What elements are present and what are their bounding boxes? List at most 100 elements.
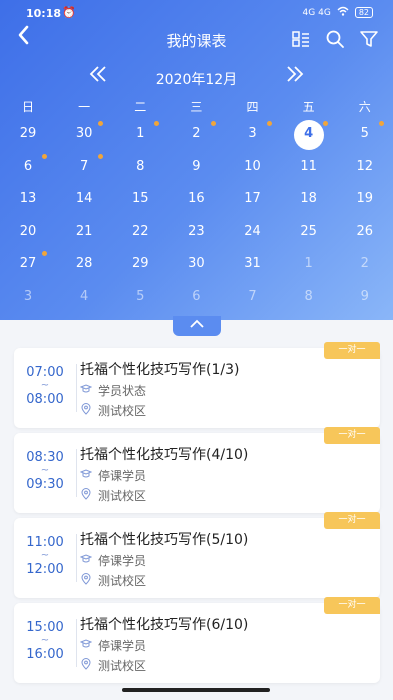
- date-cell[interactable]: 30: [168, 248, 224, 281]
- collapse-calendar-button[interactable]: [173, 316, 221, 336]
- date-cell[interactable]: 7: [225, 281, 281, 314]
- date-cell-selected[interactable]: 4: [281, 118, 337, 151]
- time-separator: ~: [40, 550, 50, 561]
- filter-icon[interactable]: [359, 29, 379, 49]
- graduation-cap-icon: [80, 553, 92, 568]
- date-cell[interactable]: 14: [56, 183, 112, 216]
- lesson-status-row: 停课学员: [80, 552, 146, 569]
- lesson-time: 08:30 ~09:30: [14, 433, 76, 513]
- battery-icon: 82: [354, 7, 373, 18]
- event-dot-icon: [42, 251, 48, 257]
- date-cell[interactable]: 1: [112, 118, 168, 151]
- status-time: 10:18: [26, 7, 62, 20]
- divider: [76, 364, 77, 412]
- date-number: 28: [75, 256, 93, 272]
- lesson-status: 停课学员: [98, 469, 147, 483]
- week-row: 6 7 8 9 10 11 12: [0, 151, 393, 184]
- date-number: 21: [75, 223, 93, 239]
- date-cell[interactable]: 5: [337, 118, 393, 151]
- date-number: 23: [188, 223, 205, 239]
- date-number: 30: [188, 256, 205, 272]
- date-cell[interactable]: 1: [281, 248, 337, 281]
- date-cell[interactable]: 10: [225, 151, 281, 184]
- date-cell[interactable]: 2: [337, 248, 393, 281]
- divider: [76, 534, 77, 582]
- date-cell[interactable]: 16: [168, 183, 224, 216]
- lesson-status: 学员状态: [98, 384, 147, 398]
- date-cell[interactable]: 30: [56, 118, 112, 151]
- list-view-icon[interactable]: [291, 29, 311, 49]
- lesson-card[interactable]: 一对一 11:00 ~12:00 托福个性化技巧写作(5/10) 停课学员 测试校区: [14, 512, 380, 598]
- date-cell[interactable]: 29: [112, 248, 168, 281]
- lesson-card[interactable]: 一对一 15:00 ~16:00 托福个性化技巧写作(6/10) 停课学员 测试校区: [14, 597, 380, 683]
- date-cell[interactable]: 11: [281, 151, 337, 184]
- date-number: 1: [304, 256, 313, 272]
- lesson-location: 测试校区: [98, 574, 147, 588]
- weekday-label: 日: [22, 100, 35, 114]
- event-dot-icon: [42, 153, 48, 159]
- lesson-end-time: 09:30: [26, 477, 64, 492]
- date-cell[interactable]: 4: [56, 281, 112, 314]
- wifi-icon: [337, 6, 349, 19]
- date-cell[interactable]: 26: [337, 216, 393, 249]
- status-right: 4G 4G 82: [303, 6, 373, 19]
- lesson-type-badge: 一对一: [324, 342, 380, 359]
- date-cell[interactable]: 15: [112, 183, 168, 216]
- date-number: 6: [192, 288, 201, 304]
- date-cell[interactable]: 3: [225, 118, 281, 151]
- date-cell[interactable]: 12: [337, 151, 393, 184]
- date-cell[interactable]: 22: [112, 216, 168, 249]
- date-number: 4: [304, 126, 314, 141]
- lesson-location-row: 测试校区: [80, 487, 146, 504]
- date-cell[interactable]: 8: [112, 151, 168, 184]
- date-cell[interactable]: 8: [281, 281, 337, 314]
- date-cell[interactable]: 5: [112, 281, 168, 314]
- date-cell[interactable]: 9: [337, 281, 393, 314]
- date-cell[interactable]: 23: [168, 216, 224, 249]
- date-cell[interactable]: 18: [281, 183, 337, 216]
- date-number: 9: [192, 158, 201, 174]
- date-number: 1: [136, 126, 145, 141]
- lesson-time: 07:00 ~08:00: [14, 348, 76, 428]
- date-cell[interactable]: 17: [225, 183, 281, 216]
- lesson-card[interactable]: 一对一 07:00 ~08:00 托福个性化技巧写作(1/3) 学员状态 测试校区: [14, 342, 380, 428]
- date-cell[interactable]: 3: [0, 281, 56, 314]
- week-row: 13 14 15 16 17 18 19: [0, 183, 393, 216]
- week-row: 27 28 29 30 31 1 2: [0, 248, 393, 281]
- date-number: 14: [75, 191, 93, 207]
- date-cell[interactable]: 6: [168, 281, 224, 314]
- date-cell[interactable]: 7: [56, 151, 112, 184]
- lesson-location: 测试校区: [98, 659, 147, 673]
- date-number: 27: [19, 256, 37, 272]
- date-cell[interactable]: 6: [0, 151, 56, 184]
- date-cell[interactable]: 29: [0, 118, 56, 151]
- divider: [76, 449, 77, 497]
- month-switcher: 2020年12月: [0, 64, 393, 90]
- date-cell[interactable]: 20: [0, 216, 56, 249]
- next-month-icon[interactable]: [285, 64, 305, 90]
- date-number: 7: [248, 288, 257, 304]
- search-icon[interactable]: [325, 29, 345, 49]
- date-cell[interactable]: 24: [225, 216, 281, 249]
- date-cell[interactable]: 19: [337, 183, 393, 216]
- lesson-end-time: 12:00: [26, 562, 64, 577]
- date-number: 3: [248, 126, 257, 141]
- date-number: 3: [23, 288, 33, 304]
- calendar-header: 10:18 ⏰ 4G 4G 82 我的课表 2020年12月 日 一 二 三 四…: [0, 0, 393, 320]
- date-cell[interactable]: 31: [225, 248, 281, 281]
- weekday-label: 五: [302, 100, 315, 114]
- lesson-card[interactable]: 一对一 08:30 ~09:30 托福个性化技巧写作(4/10) 停课学员 测试校区: [14, 427, 380, 513]
- date-cell[interactable]: 9: [168, 151, 224, 184]
- date-cell[interactable]: 21: [56, 216, 112, 249]
- date-number: 18: [300, 191, 317, 207]
- event-dot-icon: [98, 153, 104, 159]
- date-cell[interactable]: 25: [281, 216, 337, 249]
- lesson-end-time: 08:00: [26, 392, 64, 407]
- date-cell[interactable]: 28: [56, 248, 112, 281]
- lesson-location: 测试校区: [98, 489, 147, 503]
- date-cell[interactable]: 27: [0, 248, 56, 281]
- time-separator: ~: [40, 380, 50, 391]
- date-cell[interactable]: 13: [0, 183, 56, 216]
- lesson-start-time: 08:30: [26, 450, 64, 465]
- date-cell[interactable]: 2: [168, 118, 224, 151]
